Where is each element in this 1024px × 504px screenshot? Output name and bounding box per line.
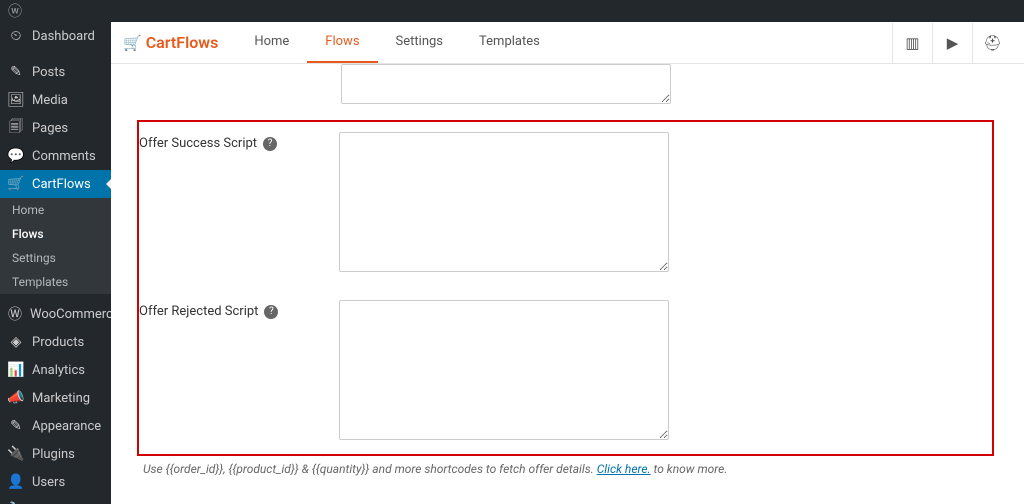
sidebar-item-users[interactable]: 👤 Users [0,468,111,496]
comments-icon: 💬 [8,148,24,164]
cartflows-brand[interactable]: 🛒 CartFlows [123,33,218,52]
prev-script-textarea[interactable] [341,64,671,104]
wp-sidebar: ⏲ Dashboard ✎ Posts 🖼 Media 🗐 Pages 💬 Comment… [0,22,111,504]
sidebar-sub-items: Home Flows Settings Templates [0,198,111,294]
content-area: Offer Success Script ? Offer Rejected Sc… [111,64,1024,504]
media-icon: 🖼 [8,92,24,108]
sidebar-item-comments[interactable]: 💬 Comments [0,142,111,170]
sidebar-item-label: Comments [32,149,96,164]
docs-button[interactable]: ▥ [892,23,932,63]
sidebar-item-plugins[interactable]: 🔌 Plugins [0,440,111,468]
plugins-icon: 🔌 [8,446,24,462]
sidebar-item-label: Media [32,93,68,108]
lifebuoy-icon: ⛑ [983,34,1002,52]
offer-success-textarea[interactable] [339,132,669,272]
sub-item-home[interactable]: Home [0,198,111,222]
header-actions: ▥ ▶ ⛑ [892,23,1012,63]
offer-rejected-label: Offer Rejected Script ? [139,300,339,319]
sidebar-item-label: Dashboard [32,29,95,44]
sidebar-item-tools[interactable]: 🔧Tools [0,496,111,504]
wp-logo-icon[interactable]: ⓦ [8,1,22,21]
products-icon: ◈ [8,334,24,350]
sidebar-item-label: Marketing [32,391,90,406]
pages-icon: 🗐 [8,120,24,136]
cartflows-icon: 🛒 [8,176,24,192]
sidebar-item-label: CartFlows [32,177,91,192]
sidebar-item-label: Appearance [32,419,101,434]
help-icon[interactable]: ? [264,305,278,319]
video-button[interactable]: ▶ [932,23,972,63]
cartflows-header: 🛒 CartFlows Home Flows Settings Template… [111,22,1024,64]
sidebar-item-cartflows[interactable]: 🛒 CartFlows [0,170,111,198]
sidebar-item-posts[interactable]: ✎ Posts [0,58,111,86]
sidebar-item-label: Posts [32,65,65,80]
dashboard-icon: ⏲ [8,28,24,44]
tab-flows[interactable]: Flows [307,22,377,63]
sidebar-item-marketing[interactable]: 📣 Marketing [0,384,111,412]
sub-item-templates[interactable]: Templates [0,270,111,294]
help-icon[interactable]: ? [263,137,277,151]
sidebar-item-appearance[interactable]: ✎ Appearance [0,412,111,440]
sidebar-item-products[interactable]: ◈ Products [0,328,111,356]
tab-home[interactable]: Home [236,22,307,63]
woo-icon: Ⓦ [8,306,22,322]
sidebar-item-label: Pages [32,121,68,136]
cartflows-tabs: Home Flows Settings Templates [236,22,558,63]
sidebar-item-analytics[interactable]: 📊 Analytics [0,356,111,384]
sub-item-flows[interactable]: Flows [0,222,111,246]
sidebar-item-pages[interactable]: 🗐 Pages [0,114,111,142]
highlighted-section: Offer Success Script ? Offer Rejected Sc… [137,120,994,456]
sidebar-item-label: Products [32,335,84,350]
pin-icon: ✎ [8,64,24,80]
sidebar-item-label: Plugins [32,447,75,462]
sidebar-item-dashboard[interactable]: ⏲ Dashboard [0,22,111,50]
help-button[interactable]: ⛑ [972,23,1012,63]
analytics-icon: 📊 [8,362,24,378]
sidebar-item-woocommerce[interactable]: Ⓦ WooCommerce [0,300,111,328]
tab-templates[interactable]: Templates [461,22,558,63]
offer-rejected-textarea[interactable] [339,300,669,440]
tab-settings[interactable]: Settings [378,22,461,63]
sidebar-item-label: Analytics [32,363,85,378]
marketing-icon: 📣 [8,390,24,406]
sidebar-item-label: WooCommerce [30,307,111,322]
cart-icon: 🛒 [123,34,142,52]
main-area: 🛒 CartFlows Home Flows Settings Template… [111,22,1024,504]
wp-top-bar: ⓦ [0,0,1024,22]
youtube-icon: ▶ [947,34,959,52]
users-icon: 👤 [8,474,24,490]
appearance-icon: ✎ [8,418,24,434]
shortcode-note: Use {{order_id}}, {{product_id}} & {{qua… [143,462,994,476]
sidebar-item-label: Users [32,475,65,490]
sidebar-item-media[interactable]: 🖼 Media [0,86,111,114]
offer-rejected-row: Offer Rejected Script ? [139,300,992,440]
offer-success-row: Offer Success Script ? [139,132,992,272]
sub-item-settings[interactable]: Settings [0,246,111,270]
offer-success-label: Offer Success Script ? [139,132,339,151]
brand-label: CartFlows [146,33,219,52]
note-link[interactable]: Click here. [597,462,651,476]
book-icon: ▥ [905,34,919,52]
